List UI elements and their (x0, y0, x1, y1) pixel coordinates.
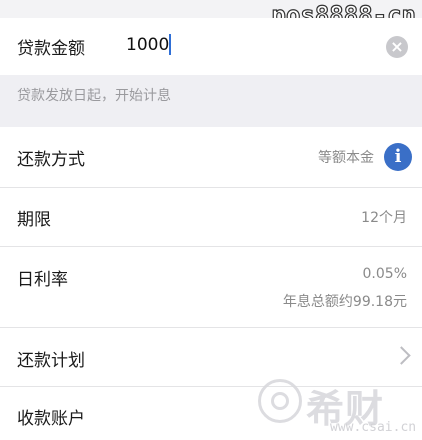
receiving-account-label[interactable]: 收款账户 (17, 404, 85, 429)
term-label: 期限 (17, 210, 51, 230)
daily-rate-value: 0.05% (362, 266, 407, 282)
term-row[interactable] (0, 188, 422, 246)
info-icon[interactable]: i (384, 143, 412, 171)
loan-amount-input[interactable] (126, 35, 346, 55)
text-cursor (169, 34, 171, 55)
clear-icon[interactable]: × (386, 36, 408, 58)
interest-start-hint: 贷款发放日起，开始计息 (17, 88, 171, 104)
term-value[interactable]: 12个月 (361, 207, 407, 227)
daily-rate-label: 日利率 (17, 270, 68, 290)
watermark-logo-icon (258, 379, 302, 423)
repayment-plan-label[interactable]: 还款计划 (17, 346, 85, 371)
repayment-method-label: 还款方式 (17, 150, 85, 170)
annual-interest-total: 年息总额约99.18元 (282, 294, 407, 310)
watermark-url: www.csai.cn (330, 420, 417, 435)
repayment-method-value[interactable]: 等额本金 (318, 147, 374, 167)
loan-amount-label: 贷款金额 (17, 39, 85, 59)
